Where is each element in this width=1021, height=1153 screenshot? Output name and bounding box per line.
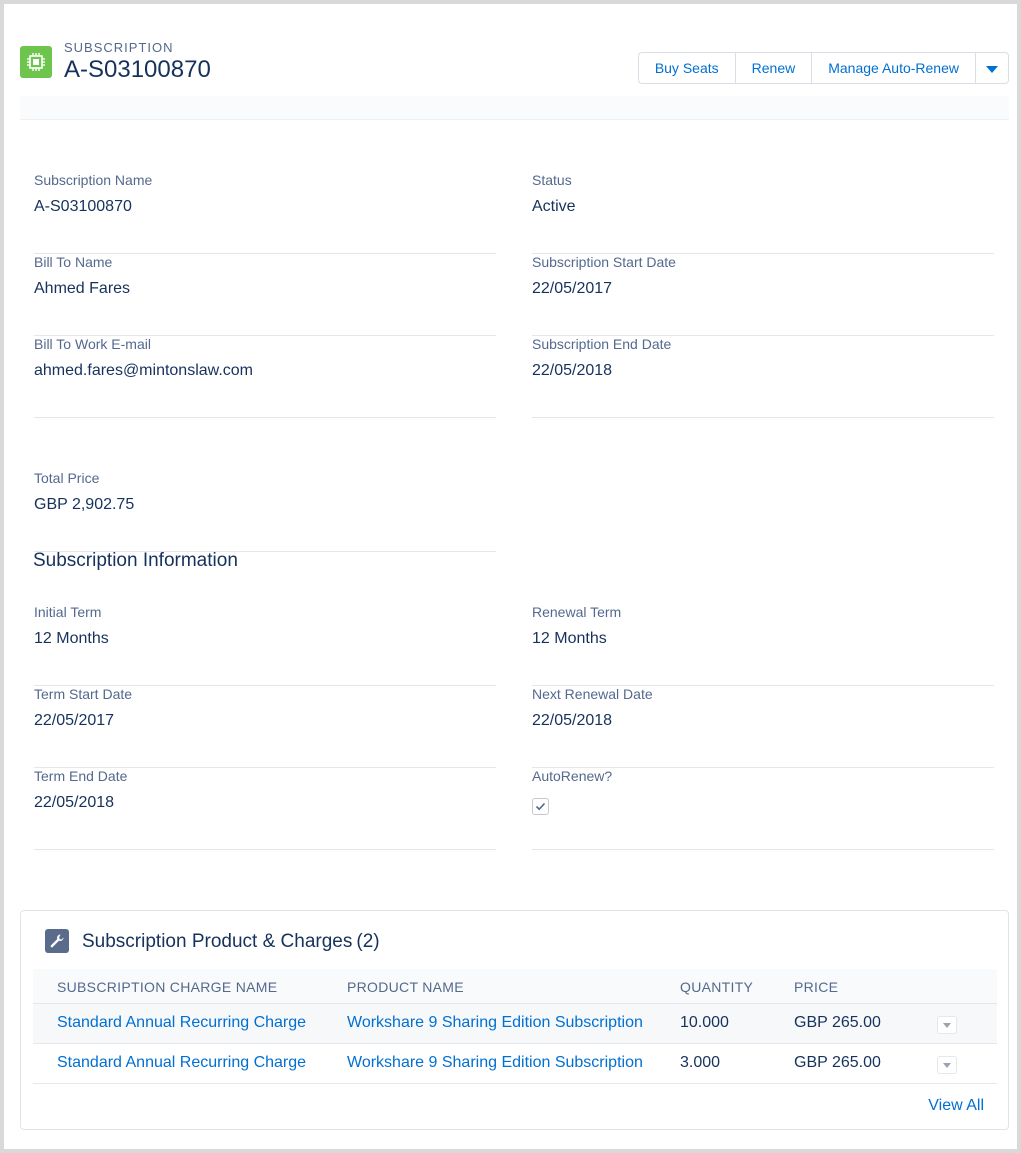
related-list-title-text[interactable]: Subscription Product & Charges	[82, 931, 352, 952]
field-value: 12 Months	[34, 630, 109, 647]
product-name-link[interactable]: Workshare 9 Sharing Edition Subscription	[347, 1054, 643, 1072]
field-label: Initial Term	[34, 604, 102, 620]
related-list-subscription-product-charges: Subscription Product & Charges (2) SUBSCR…	[20, 910, 1009, 1130]
buy-seats-button[interactable]: Buy Seats	[639, 53, 736, 83]
field-subscription-start-date: Subscription Start Date 22/05/2017	[532, 254, 994, 336]
chevron-down-icon	[943, 1063, 951, 1068]
field-value: 22/05/2018	[532, 362, 613, 379]
charge-name-link[interactable]: Standard Annual Recurring Charge	[57, 1014, 306, 1032]
field-bill-to-email: Bill To Work E-mail ahmed.fares@mintonsl…	[34, 336, 496, 418]
field-label: Bill To Name	[34, 254, 113, 270]
charge-name-link[interactable]: Standard Annual Recurring Charge	[57, 1054, 306, 1072]
field-value: Active	[532, 198, 576, 215]
field-total-price: Total Price GBP 2,902.75	[34, 470, 496, 552]
page-title: A-S03100870	[64, 56, 211, 83]
field-renewal-term: Renewal Term 12 Months	[532, 604, 994, 686]
related-list-count: (2)	[356, 931, 380, 952]
field-value: 22/05/2018	[532, 712, 613, 729]
field-next-renewal-date: Next Renewal Date 22/05/2018	[532, 686, 994, 768]
field-label: AutoRenew?	[532, 768, 613, 784]
renew-button[interactable]: Renew	[736, 53, 813, 83]
record-page: SUBSCRIPTION A-S03100870 Buy Seats Renew…	[0, 0, 1021, 1153]
column-header-quantity[interactable]: QUANTITY	[680, 979, 753, 995]
auto-renew-checkbox	[532, 798, 549, 815]
field-label: Term End Date	[34, 768, 128, 784]
field-value: 22/05/2017	[532, 280, 613, 297]
field-label: Total Price	[34, 470, 100, 486]
wrench-icon	[45, 929, 69, 953]
field-label: Next Renewal Date	[532, 686, 653, 702]
field-value: GBP 2,902.75	[34, 496, 135, 513]
field-label: Bill To Work E-mail	[34, 336, 151, 352]
related-table: SUBSCRIPTION CHARGE NAME PRODUCT NAME QU…	[33, 969, 997, 1084]
header-divider	[20, 96, 1009, 120]
action-button-group: Buy Seats Renew Manage Auto-Renew	[637, 52, 1009, 84]
row-action-menu-button[interactable]	[937, 1016, 957, 1034]
quantity-cell: 10.000	[680, 1014, 729, 1031]
field-value: A-S03100870	[34, 198, 132, 215]
section-title-subscription-information: Subscription Information	[33, 550, 238, 571]
table-row: Standard Annual Recurring Charge Worksha…	[33, 1044, 997, 1084]
field-term-end-date: Term End Date 22/05/2018	[34, 768, 496, 850]
field-value: Ahmed Fares	[34, 280, 131, 297]
related-list-title[interactable]: Subscription Product & Charges (2)	[82, 931, 380, 953]
chevron-down-icon	[986, 66, 998, 73]
table-header: SUBSCRIPTION CHARGE NAME PRODUCT NAME QU…	[33, 969, 997, 1004]
field-label: Subscription End Date	[532, 336, 672, 352]
price-cell: GBP 265.00	[794, 1014, 881, 1031]
column-header-product-name[interactable]: PRODUCT NAME	[347, 979, 464, 995]
field-subscription-end-date: Subscription End Date 22/05/2018	[532, 336, 994, 418]
field-label: Term Start Date	[34, 686, 133, 702]
table-row: Standard Annual Recurring Charge Worksha…	[33, 1004, 997, 1044]
field-label: Renewal Term	[532, 604, 622, 620]
field-value: 22/05/2018	[34, 794, 115, 811]
field-term-start-date: Term Start Date 22/05/2017	[34, 686, 496, 768]
row-action-menu-button[interactable]	[937, 1056, 957, 1074]
field-label: Status	[532, 172, 572, 188]
field-bill-to-name: Bill To Name Ahmed Fares	[34, 254, 496, 336]
column-header-charge-name[interactable]: SUBSCRIPTION CHARGE NAME	[57, 979, 277, 995]
view-all-link[interactable]: View All	[928, 1097, 984, 1115]
field-subscription-name: Subscription Name A-S03100870	[34, 172, 496, 254]
price-cell: GBP 265.00	[794, 1054, 881, 1071]
field-initial-term: Initial Term 12 Months	[34, 604, 496, 686]
field-value: 22/05/2017	[34, 712, 115, 729]
chevron-down-icon	[943, 1023, 951, 1028]
more-actions-button[interactable]	[976, 53, 1008, 83]
field-auto-renew: AutoRenew?	[532, 768, 994, 850]
product-name-link[interactable]: Workshare 9 Sharing Edition Subscription	[347, 1014, 643, 1032]
quantity-cell: 3.000	[680, 1054, 721, 1071]
field-label: Subscription Name	[34, 172, 153, 188]
column-header-price[interactable]: PRICE	[794, 979, 838, 995]
field-value: ahmed.fares@mintonslaw.com	[34, 362, 253, 379]
field-label: Subscription Start Date	[532, 254, 676, 270]
object-type-label: SUBSCRIPTION	[64, 40, 174, 55]
manage-auto-renew-button[interactable]: Manage Auto-Renew	[812, 53, 976, 83]
subscription-chip-icon	[20, 46, 52, 78]
field-value: 12 Months	[532, 630, 607, 647]
field-status: Status Active	[532, 172, 994, 254]
